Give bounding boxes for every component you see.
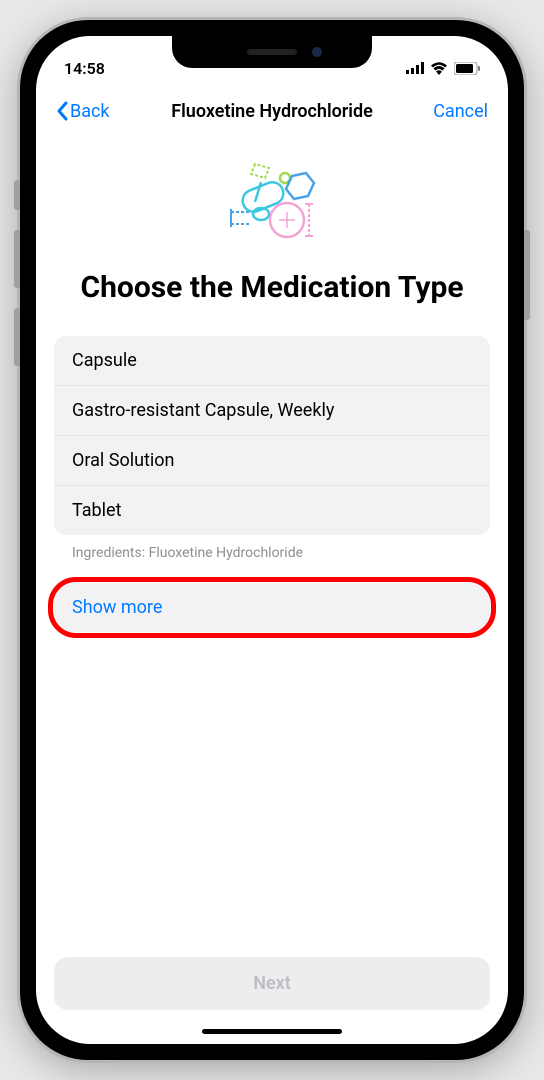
ingredients-value: Fluoxetine Hydrochloride [149,545,303,561]
medication-type-option[interactable]: Gastro-resistant Capsule, Weekly [54,386,490,436]
chevron-left-icon [56,101,68,121]
medication-type-option[interactable]: Tablet [54,486,490,535]
battery-icon [454,62,480,75]
next-button[interactable]: Next [54,957,490,1010]
home-indicator[interactable] [202,1029,342,1034]
back-button[interactable]: Back [56,101,110,122]
ingredients-label: Ingredients: [72,545,145,561]
medication-illustration [54,136,490,270]
page-title: Fluoxetine Hydrochloride [171,101,373,122]
medication-type-option[interactable]: Oral Solution [54,436,490,486]
back-label: Back [70,101,110,122]
show-more-container: Show more [54,583,490,632]
phone-frame: 14:58 Back Fluoxetine Hydrochloride Canc… [20,20,524,1060]
screen: 14:58 Back Fluoxetine Hydrochloride Canc… [36,36,508,1044]
status-time: 14:58 [64,59,105,78]
ingredients-text: Ingredients: Fluoxetine Hydrochloride [54,535,490,561]
medication-type-list: Capsule Gastro-resistant Capsule, Weekly… [54,336,490,535]
show-more-button[interactable]: Show more [54,583,490,632]
cancel-button[interactable]: Cancel [433,101,488,122]
wifi-icon [430,62,448,75]
phone-side-buttons-left [14,180,20,386]
notch [172,36,372,68]
medication-type-option[interactable]: Capsule [54,336,490,386]
content: Choose the Medication Type Capsule Gastr… [36,136,508,1044]
phone-side-button-right [524,230,530,320]
signal-icon [406,62,424,74]
nav-bar: Back Fluoxetine Hydrochloride Cancel [36,86,508,136]
heading: Choose the Medication Type [54,270,490,306]
